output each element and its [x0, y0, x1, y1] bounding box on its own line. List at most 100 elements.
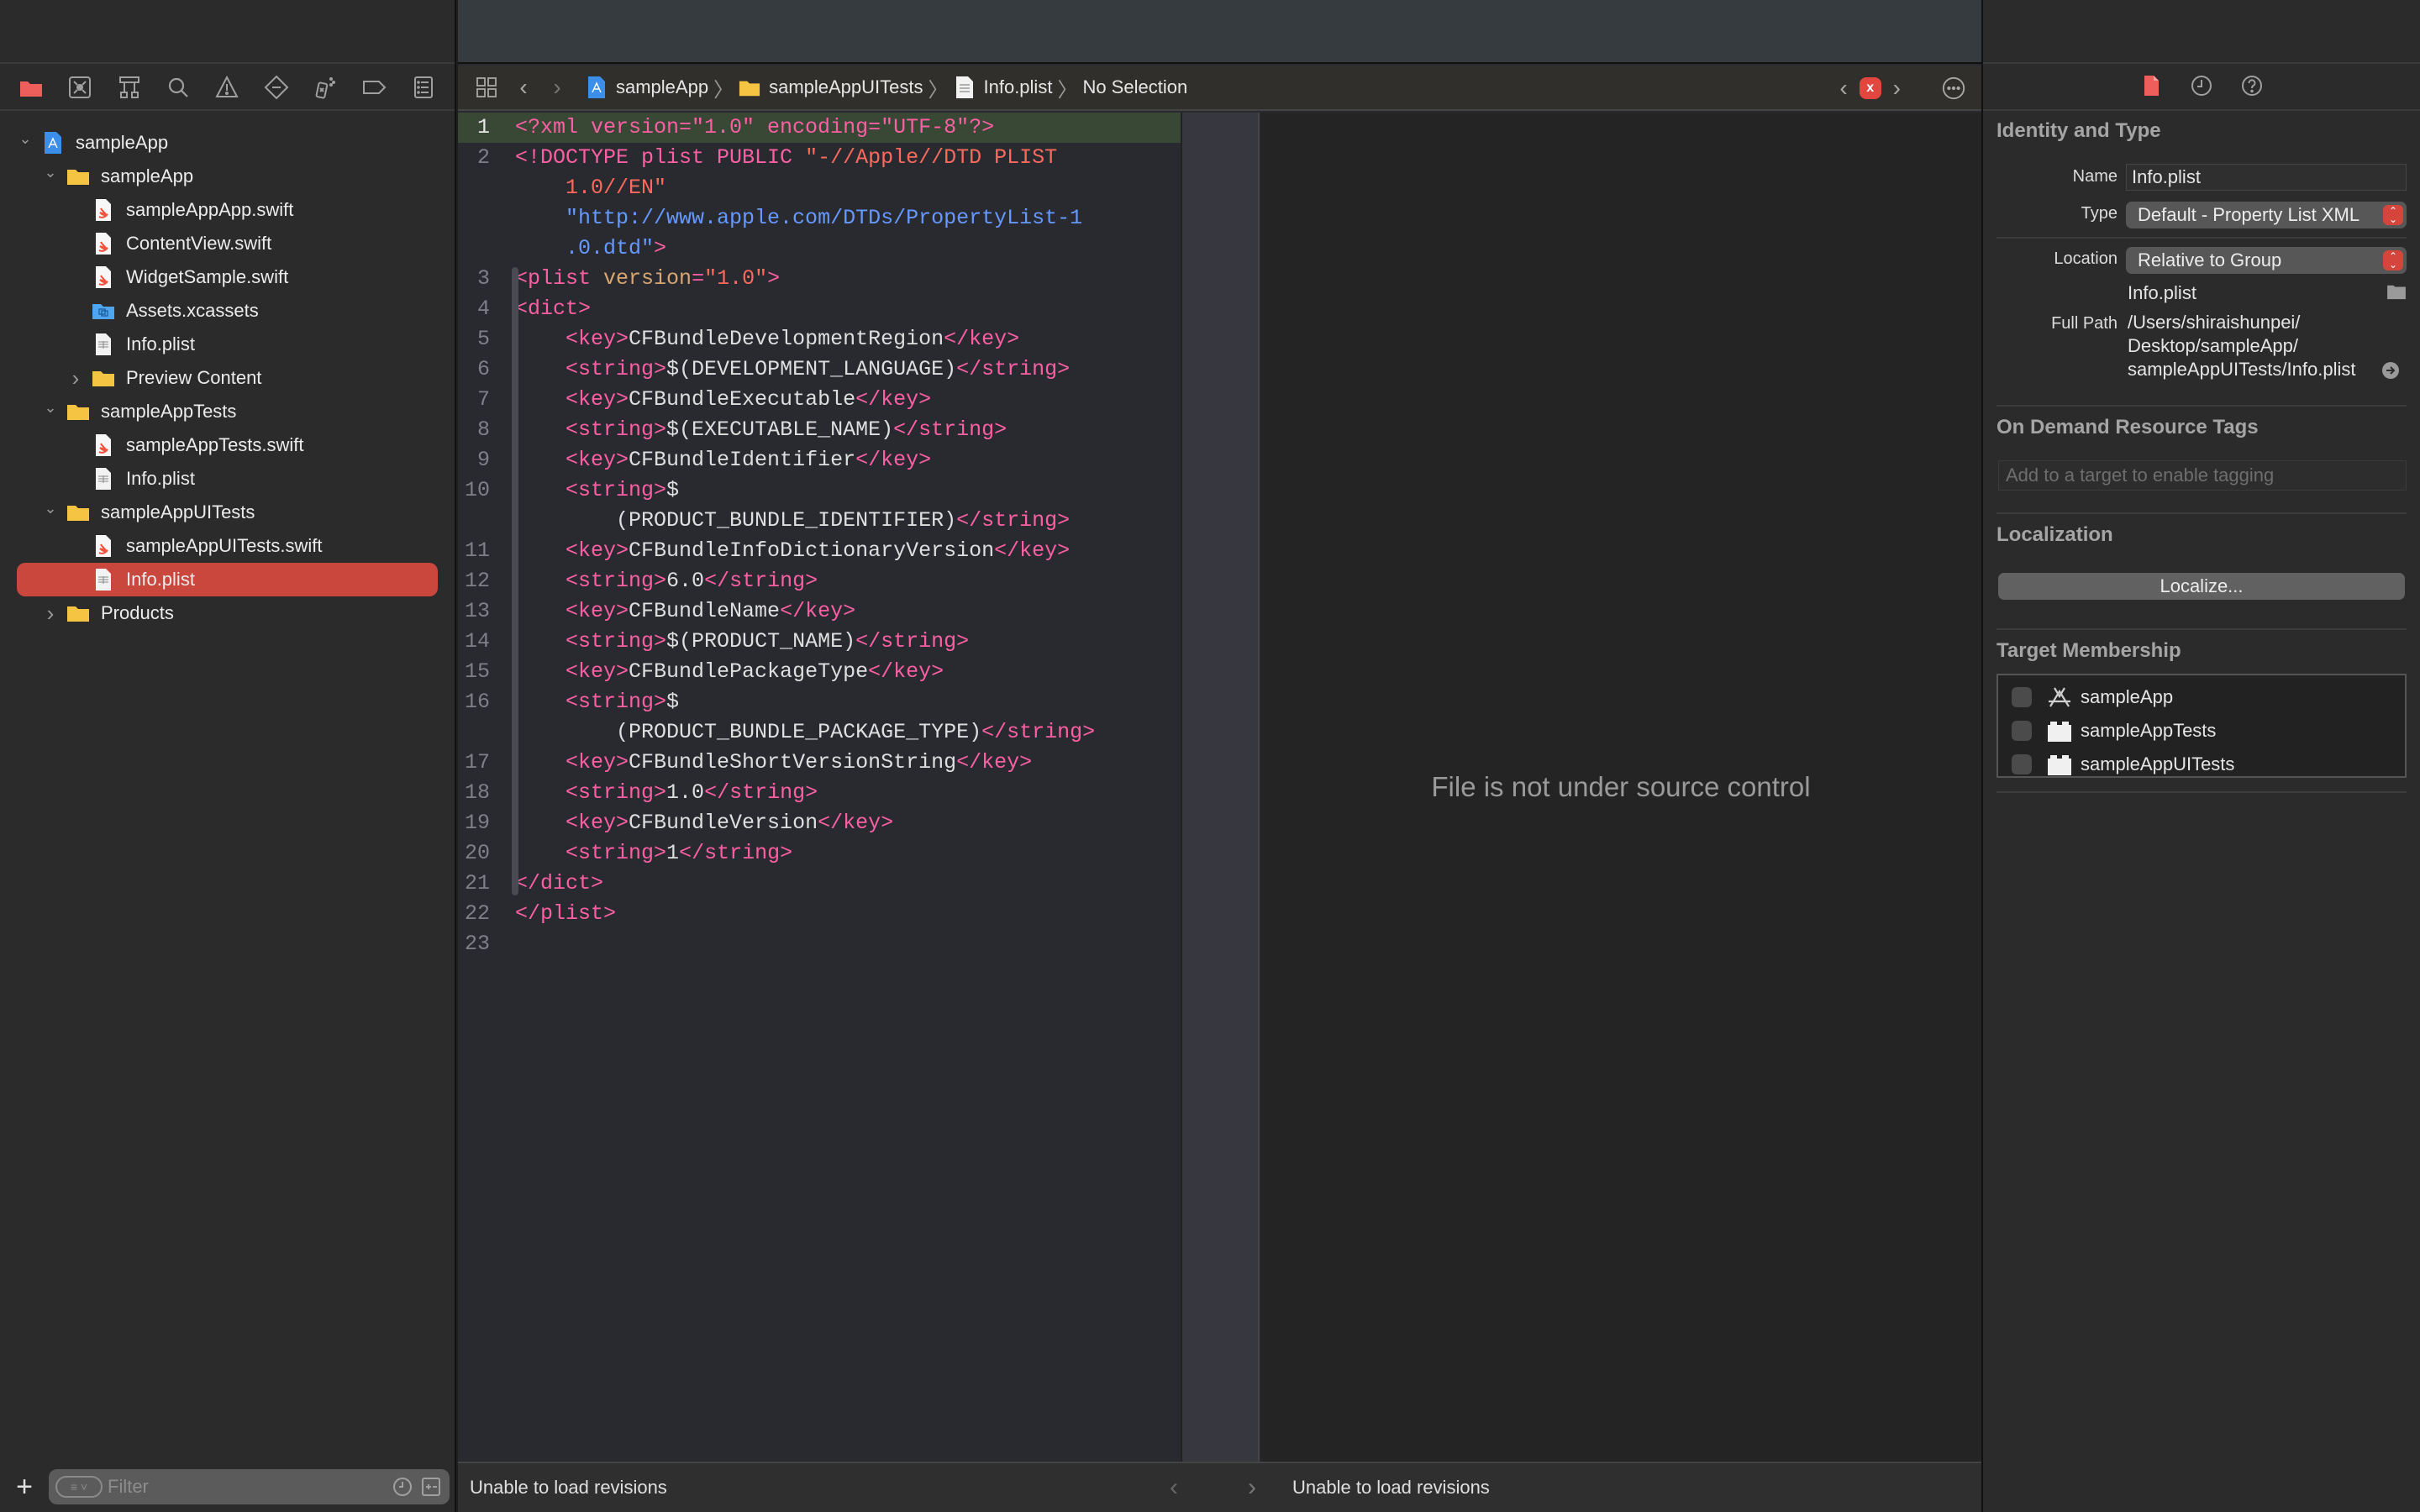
report-navigator-icon[interactable] — [409, 73, 438, 102]
code-line[interactable]: 22 </plist> — [458, 899, 1181, 929]
related-items-icon[interactable] — [466, 76, 507, 98]
add-file-button[interactable]: + — [12, 1473, 37, 1501]
source-control-filter-icon[interactable] — [419, 1475, 443, 1499]
tree-file-row[interactable]: sampleAppApp.swift — [0, 193, 455, 227]
code-line[interactable]: 11 <key>CFBundleInfoDictionaryVersion</k… — [458, 536, 1181, 566]
back-button[interactable]: ‹ — [507, 74, 540, 101]
tree-file-row[interactable]: sampleAppTests.swift — [0, 428, 455, 462]
disclosure-collapsed-icon[interactable]: › — [67, 365, 84, 391]
tree-file-row[interactable]: Info.plist — [17, 563, 438, 596]
previous-issue-button[interactable]: ‹ — [1839, 75, 1847, 102]
disclosure-expanded-icon[interactable]: ⌄ — [17, 130, 34, 147]
code-line[interactable]: 1 <?xml version="1.0" encoding="UTF-8"?> — [458, 113, 1181, 143]
code-line[interactable]: 19 <key>CFBundleVersion</key> — [458, 808, 1181, 838]
next-issue-button[interactable]: › — [1893, 75, 1901, 102]
code-line[interactable]: 23 — [458, 929, 1181, 959]
code-line[interactable]: 4 <dict> — [458, 294, 1181, 324]
location-popup[interactable]: Relative to Group ⌃ ⌄ — [2126, 247, 2407, 274]
quick-help-icon[interactable] — [2239, 73, 2265, 102]
syntax-token: </dict> — [515, 871, 604, 895]
file-inspector-icon[interactable] — [2139, 73, 2164, 102]
more-options-icon[interactable] — [1941, 76, 1966, 101]
code-line[interactable]: .0.dtd"> — [458, 234, 1181, 264]
tree-file-row[interactable]: Info.plist — [0, 462, 455, 496]
filter-field[interactable]: ≡ ˅ — [49, 1469, 450, 1504]
tree-group-row[interactable]: › Products — [0, 596, 455, 630]
choose-location-folder-icon[interactable] — [2386, 283, 2407, 304]
code-line[interactable]: (PRODUCT_BUNDLE_IDENTIFIER)</string> — [458, 506, 1181, 536]
code-text[interactable]: 1 <?xml version="1.0" encoding="UTF-8"?> 2… — [458, 113, 1181, 959]
forward-button[interactable]: › — [540, 74, 574, 101]
plist-file-icon — [91, 332, 116, 357]
code-line[interactable]: 15 <key>CFBundlePackageType</key> — [458, 657, 1181, 687]
source-editor[interactable]: 1 <?xml version="1.0" encoding="UTF-8"?> 2… — [458, 113, 1181, 1462]
code-line[interactable]: 21 </dict> — [458, 869, 1181, 899]
breakpoint-navigator-icon[interactable] — [360, 73, 388, 102]
code-line[interactable]: 20 <string>1</string> — [458, 838, 1181, 869]
test-navigator-icon[interactable] — [262, 73, 291, 102]
code-line[interactable]: 1.0//EN" — [458, 173, 1181, 203]
tree-file-row[interactable]: Assets.xcassets — [0, 294, 455, 328]
filter-input[interactable] — [108, 1476, 386, 1498]
tree-file-row[interactable]: sampleAppUITests.swift — [0, 529, 455, 563]
code-line[interactable]: (PRODUCT_BUNDLE_PACKAGE_TYPE)</string> — [458, 717, 1181, 748]
code-line[interactable]: 5 <key>CFBundleDevelopmentRegion</key> — [458, 324, 1181, 354]
history-inspector-icon[interactable] — [2189, 73, 2214, 102]
breadcrumb-file[interactable]: Info.plist — [954, 76, 1052, 99]
target-checkbox[interactable] — [2012, 754, 2032, 774]
breadcrumb-project[interactable]: sampleApp — [586, 76, 708, 99]
reveal-in-finder-icon[interactable] — [2381, 361, 2400, 384]
disclosure-expanded-icon[interactable]: ⌄ — [42, 399, 59, 416]
symbol-navigator-icon[interactable] — [115, 73, 144, 102]
code-line[interactable]: 14 <string>$(PRODUCT_NAME)</string> — [458, 627, 1181, 657]
disclosure-expanded-icon[interactable]: ⌄ — [42, 500, 59, 517]
tree-group-row[interactable]: ⌄ sampleApp — [0, 160, 455, 193]
code-line[interactable]: 13 <key>CFBundleName</key> — [458, 596, 1181, 627]
code-line[interactable]: 12 <string>6.0</string> — [458, 566, 1181, 596]
code-line[interactable]: 8 <string>$(EXECUTABLE_NAME)</string> — [458, 415, 1181, 445]
find-navigator-icon[interactable] — [164, 73, 192, 102]
name-field[interactable]: Info.plist — [2126, 164, 2407, 191]
swift-file-icon — [91, 533, 116, 559]
code-line[interactable]: 17 <key>CFBundleShortVersionString</key> — [458, 748, 1181, 778]
revision-back-button[interactable]: ‹ — [1170, 1473, 1178, 1502]
filter-options-icon[interactable]: ≡ ˅ — [55, 1476, 103, 1498]
target-checkbox[interactable] — [2012, 687, 2032, 707]
code-line[interactable]: 18 <string>1.0</string> — [458, 778, 1181, 808]
target-checkbox[interactable] — [2012, 721, 2032, 741]
recent-files-icon[interactable] — [391, 1475, 414, 1499]
tree-group-row[interactable]: ⌄ sampleAppTests — [0, 395, 455, 428]
tree-group-row[interactable]: ⌄ sampleApp — [0, 126, 455, 160]
error-badge-icon[interactable]: x — [1859, 77, 1881, 99]
project-navigator-icon[interactable] — [17, 73, 45, 102]
code-line-text: (PRODUCT_BUNDLE_IDENTIFIER)</string> — [508, 506, 1181, 536]
tree-group-row[interactable]: ⌄ sampleAppUITests — [0, 496, 455, 529]
code-line[interactable]: 6 <string>$(DEVELOPMENT_LANGUAGE)</strin… — [458, 354, 1181, 385]
source-control-icon[interactable] — [66, 73, 94, 102]
localize-button[interactable]: Localize... — [1998, 573, 2405, 600]
popup-stepper-icon: ⌃ ⌄ — [2383, 250, 2403, 270]
disclosure-collapsed-icon[interactable]: › — [42, 601, 59, 626]
code-line[interactable]: 9 <key>CFBundleIdentifier</key> — [458, 445, 1181, 475]
revision-forward-button[interactable]: › — [1248, 1473, 1256, 1502]
line-number: 17 — [464, 750, 490, 774]
tree-group-row[interactable]: › Preview Content — [0, 361, 455, 395]
disclosure-expanded-icon[interactable]: ⌄ — [42, 164, 59, 181]
code-line[interactable]: 2 <!DOCTYPE plist PUBLIC "-//Apple//DTD P… — [458, 143, 1181, 173]
tree-file-row[interactable]: Info.plist — [0, 328, 455, 361]
tree-file-row[interactable]: ContentView.swift — [0, 227, 455, 260]
issue-navigator-icon[interactable] — [213, 73, 241, 102]
code-line[interactable]: "http://www.apple.com/DTDs/PropertyList-… — [458, 203, 1181, 234]
code-line[interactable]: 7 <key>CFBundleExecutable</key> — [458, 385, 1181, 415]
code-line[interactable]: 10 <string>$ — [458, 475, 1181, 506]
code-line[interactable]: 16 <string>$ — [458, 687, 1181, 717]
line-number: 16 — [464, 690, 490, 714]
code-fold-ribbon[interactable] — [512, 297, 518, 895]
breadcrumb-group[interactable]: sampleAppUITests — [739, 76, 923, 99]
code-line[interactable]: 3 <plist version="1.0"> — [458, 264, 1181, 294]
type-popup[interactable]: Default - Property List XML ⌃ ⌄ — [2126, 202, 2407, 228]
breadcrumb-selection[interactable]: No Selection — [1082, 76, 1187, 98]
target-name: sampleAppUITests — [2081, 753, 2235, 774]
debug-navigator-icon[interactable] — [311, 73, 339, 102]
tree-file-row[interactable]: WidgetSample.swift — [0, 260, 455, 294]
